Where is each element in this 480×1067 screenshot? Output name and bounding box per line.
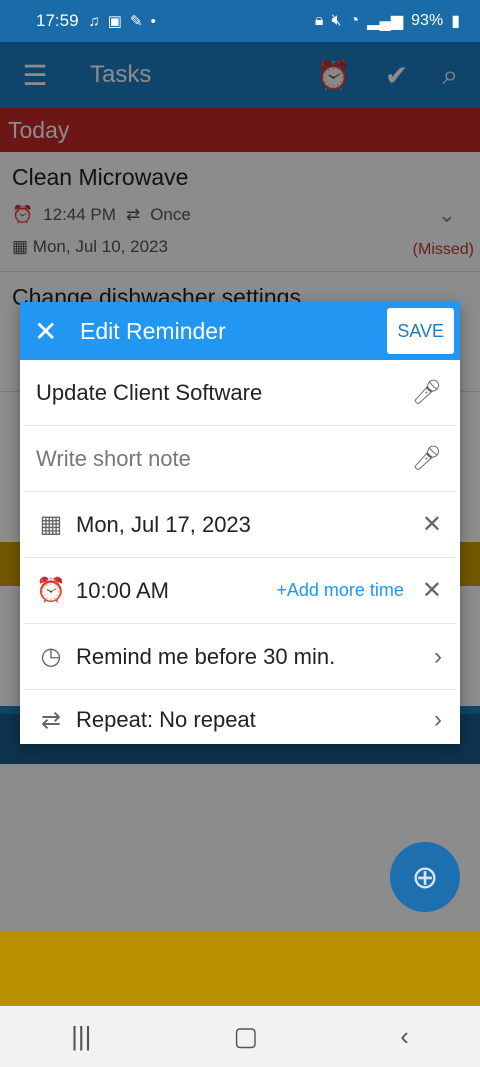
wifi-icon: ◔ <box>349 12 360 29</box>
home-icon[interactable]: ▢ <box>234 1021 259 1052</box>
repeat-icon: ⇄ <box>40 706 62 734</box>
dot-icon: • <box>150 12 156 30</box>
timer-icon: ◷ <box>40 643 62 670</box>
alarm-icon: ⏰ <box>36 577 66 604</box>
repeat-row[interactable]: ⇄ Repeat: No repeat › <box>24 690 456 750</box>
date-row[interactable]: ▦ Mon, Jul 17, 2023 ✕ <box>24 492 456 558</box>
battery-level: 93% <box>411 12 444 29</box>
calendar-icon: ▦ <box>39 511 63 538</box>
battery-icon: ▮ <box>451 13 460 30</box>
status-time: 17:59 <box>36 11 79 30</box>
task-name-field[interactable]: Update Client Software <box>36 380 412 406</box>
close-icon[interactable]: ✕ <box>34 315 64 348</box>
recents-icon[interactable]: ||| <box>71 1021 91 1052</box>
status-bar: 17:59 ♫ ▣ ✎ • 🔒︎ 🔇︎ ◔ ▂▄▆ 93% ▮ <box>0 0 480 42</box>
time-value[interactable]: 10:00 AM <box>76 578 276 604</box>
mute-icon: 🔇︎ <box>331 12 342 29</box>
time-row[interactable]: ⏰ 10:00 AM +Add more time ✕ <box>24 558 456 624</box>
date-value[interactable]: Mon, Jul 17, 2023 <box>76 512 422 538</box>
note-field[interactable]: Write short note <box>36 446 412 472</box>
add-reminder-fab[interactable]: ⊕ <box>390 842 460 912</box>
chevron-right-icon[interactable]: › <box>434 706 442 734</box>
remind-before-value[interactable]: Remind me before 30 min. <box>76 644 434 670</box>
notification-icons: ♫ ▣ ✎ • <box>88 12 156 31</box>
clear-time-icon[interactable]: ✕ <box>422 576 442 605</box>
add-more-time-link[interactable]: +Add more time <box>276 580 404 601</box>
ad-banner <box>0 932 480 1006</box>
pin-icon: ✎ <box>129 13 143 30</box>
image-icon: ▣ <box>107 13 122 30</box>
system-nav-bar: ||| ▢ ‹ <box>0 1006 480 1067</box>
dialog-header: ✕ Edit Reminder SAVE <box>20 302 460 360</box>
task-name-row[interactable]: Update Client Software 🎤︎ <box>24 360 456 426</box>
chevron-right-icon[interactable]: › <box>434 643 442 671</box>
dialog-title: Edit Reminder <box>80 317 226 344</box>
back-icon[interactable]: ‹ <box>400 1021 409 1052</box>
signal-icon: ▂▄▆ <box>367 13 404 30</box>
note-row[interactable]: Write short note 🎤︎ <box>24 426 456 492</box>
mic-icon[interactable]: 🎤︎ <box>412 378 442 407</box>
repeat-value[interactable]: Repeat: No repeat <box>76 707 434 733</box>
mic-icon[interactable]: 🎤︎ <box>412 444 442 473</box>
remind-before-row[interactable]: ◷ Remind me before 30 min. › <box>24 624 456 690</box>
save-button[interactable]: SAVE <box>387 308 454 354</box>
lock-icon: 🔒︎ <box>314 12 324 29</box>
clear-date-icon[interactable]: ✕ <box>422 510 442 539</box>
system-icons: 🔒︎ 🔇︎ ◔ ▂▄▆ 93% ▮ <box>315 11 460 31</box>
edit-reminder-dialog: ✕ Edit Reminder SAVE Update Client Softw… <box>20 302 460 744</box>
music-icon: ♫ <box>88 12 100 30</box>
alarm-add-icon: ⊕ <box>411 859 439 895</box>
